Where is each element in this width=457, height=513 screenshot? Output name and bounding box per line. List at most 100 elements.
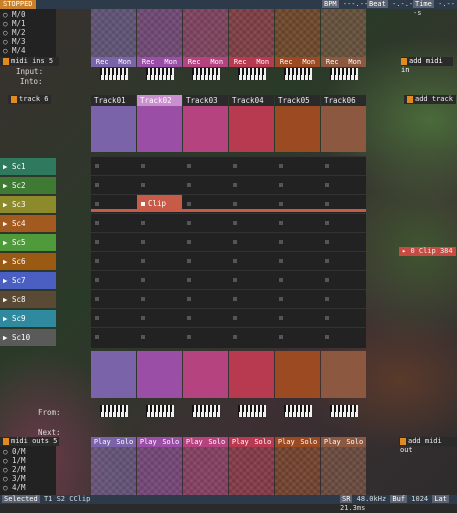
empty-clip-slot[interactable]	[187, 335, 191, 339]
empty-clip-slot[interactable]	[187, 183, 191, 187]
empty-clip-slot[interactable]	[187, 240, 191, 244]
keyboard-icon[interactable]	[192, 68, 220, 80]
play-button[interactable]: Play	[183, 437, 206, 447]
empty-clip-slot[interactable]	[95, 297, 99, 301]
mon-button[interactable]: Mon	[206, 57, 229, 67]
empty-clip-slot[interactable]	[279, 183, 283, 187]
empty-clip-slot[interactable]	[141, 221, 145, 225]
empty-clip-slot[interactable]	[325, 183, 329, 187]
empty-clip-slot[interactable]	[233, 221, 237, 225]
scene-button-1[interactable]: ▶ Sc1	[0, 158, 56, 175]
empty-clip-slot[interactable]	[141, 278, 145, 282]
empty-clip-slot[interactable]	[95, 164, 99, 168]
empty-clip-slot[interactable]	[187, 278, 191, 282]
track-name-2[interactable]: Track02	[137, 95, 182, 106]
empty-clip-slot[interactable]	[95, 240, 99, 244]
scene-button-8[interactable]: ▶ Sc8	[0, 291, 56, 308]
midi-input-3[interactable]: ○ M/3	[3, 38, 26, 46]
rec-button[interactable]: Rec	[91, 57, 114, 67]
empty-clip-slot[interactable]	[187, 164, 191, 168]
empty-clip-slot[interactable]	[141, 183, 145, 187]
keyboard-icon[interactable]	[192, 405, 220, 417]
scene-button-2[interactable]: ▶ Sc2	[0, 177, 56, 194]
midi-input-2[interactable]: ○ M/2	[3, 29, 26, 37]
empty-clip-slot[interactable]	[141, 240, 145, 244]
empty-clip-slot[interactable]	[233, 164, 237, 168]
empty-clip-slot[interactable]	[325, 259, 329, 263]
scene-button-10[interactable]: ▶ Sc10	[0, 329, 56, 346]
empty-clip-slot[interactable]	[279, 202, 283, 206]
scene-button-3[interactable]: ▶ Sc3	[0, 196, 56, 213]
empty-clip-slot[interactable]	[95, 259, 99, 263]
empty-clip-slot[interactable]	[325, 202, 329, 206]
midi-output-3[interactable]: ○ 3/M	[3, 475, 26, 483]
keyboard-icon[interactable]	[330, 68, 358, 80]
keyboard-icon[interactable]	[100, 405, 128, 417]
rec-button[interactable]: Rec	[229, 57, 252, 67]
keyboard-icon[interactable]	[284, 405, 312, 417]
empty-clip-slot[interactable]	[141, 335, 145, 339]
rec-button[interactable]: Rec	[183, 57, 206, 67]
solo-button[interactable]: Solo	[298, 437, 321, 447]
midi-output-0[interactable]: ○ 0/M	[3, 448, 26, 456]
empty-clip-slot[interactable]	[233, 297, 237, 301]
play-button[interactable]: Play	[275, 437, 298, 447]
empty-clip-slot[interactable]	[95, 278, 99, 282]
midi-ins-count[interactable]: midi ins 5	[0, 57, 59, 66]
solo-button[interactable]: Solo	[160, 437, 183, 447]
empty-clip-slot[interactable]	[325, 278, 329, 282]
midi-input-4[interactable]: ○ M/4	[3, 47, 26, 55]
scene-button-5[interactable]: ▶ Sc5	[0, 234, 56, 251]
empty-clip-slot[interactable]	[95, 183, 99, 187]
empty-clip-slot[interactable]	[279, 240, 283, 244]
empty-clip-slot[interactable]	[325, 240, 329, 244]
track-name-3[interactable]: Track03	[183, 95, 228, 106]
midi-input-1[interactable]: ○ M/1	[3, 20, 26, 28]
rec-button[interactable]: Rec	[275, 57, 298, 67]
keyboard-icon[interactable]	[284, 68, 312, 80]
mon-button[interactable]: Mon	[114, 57, 137, 67]
empty-clip-slot[interactable]	[279, 297, 283, 301]
add-midi-in-button[interactable]: add midi in	[401, 57, 453, 74]
empty-clip-slot[interactable]	[141, 164, 145, 168]
mon-button[interactable]: Mon	[252, 57, 275, 67]
midi-output-2[interactable]: ○ 2/M	[3, 466, 26, 474]
track-name-6[interactable]: Track06	[321, 95, 366, 106]
empty-clip-slot[interactable]	[187, 202, 191, 206]
empty-clip-slot[interactable]	[95, 316, 99, 320]
transport-status[interactable]: STOPPED	[0, 0, 36, 9]
play-button[interactable]: Play	[321, 437, 344, 447]
solo-button[interactable]: Solo	[206, 437, 229, 447]
empty-clip-slot[interactable]	[95, 221, 99, 225]
scene-button-6[interactable]: ▶ Sc6	[0, 253, 56, 270]
mon-button[interactable]: Mon	[344, 57, 367, 67]
empty-clip-slot[interactable]	[187, 259, 191, 263]
keyboard-icon[interactable]	[238, 405, 266, 417]
rec-button[interactable]: Rec	[321, 57, 344, 67]
empty-clip-slot[interactable]	[233, 316, 237, 320]
empty-clip-slot[interactable]	[187, 316, 191, 320]
empty-clip-slot[interactable]	[233, 202, 237, 206]
track-name-5[interactable]: Track05	[275, 95, 320, 106]
empty-clip-slot[interactable]	[279, 316, 283, 320]
empty-clip-slot[interactable]	[279, 221, 283, 225]
empty-clip-slot[interactable]	[325, 221, 329, 225]
add-track-button[interactable]: add track	[404, 95, 456, 104]
scene-button-4[interactable]: ▶ Sc4	[0, 215, 56, 232]
empty-clip-slot[interactable]	[233, 335, 237, 339]
track-name-1[interactable]: Track01	[91, 95, 136, 106]
midi-outs-count[interactable]: midi outs 5	[0, 437, 59, 446]
rec-button[interactable]: Rec	[137, 57, 160, 67]
midi-output-1[interactable]: ○ 1/M	[3, 457, 26, 465]
midi-output-4[interactable]: ○ 4/M	[3, 484, 26, 492]
keyboard-icon[interactable]	[146, 68, 174, 80]
empty-clip-slot[interactable]	[325, 164, 329, 168]
solo-button[interactable]: Solo	[344, 437, 367, 447]
empty-clip-slot[interactable]	[279, 259, 283, 263]
mon-button[interactable]: Mon	[298, 57, 321, 67]
play-button[interactable]: Play	[137, 437, 160, 447]
empty-clip-slot[interactable]	[325, 316, 329, 320]
time-field[interactable]: Time -.---s	[413, 0, 457, 17]
empty-clip-slot[interactable]	[279, 335, 283, 339]
empty-clip-slot[interactable]	[187, 297, 191, 301]
